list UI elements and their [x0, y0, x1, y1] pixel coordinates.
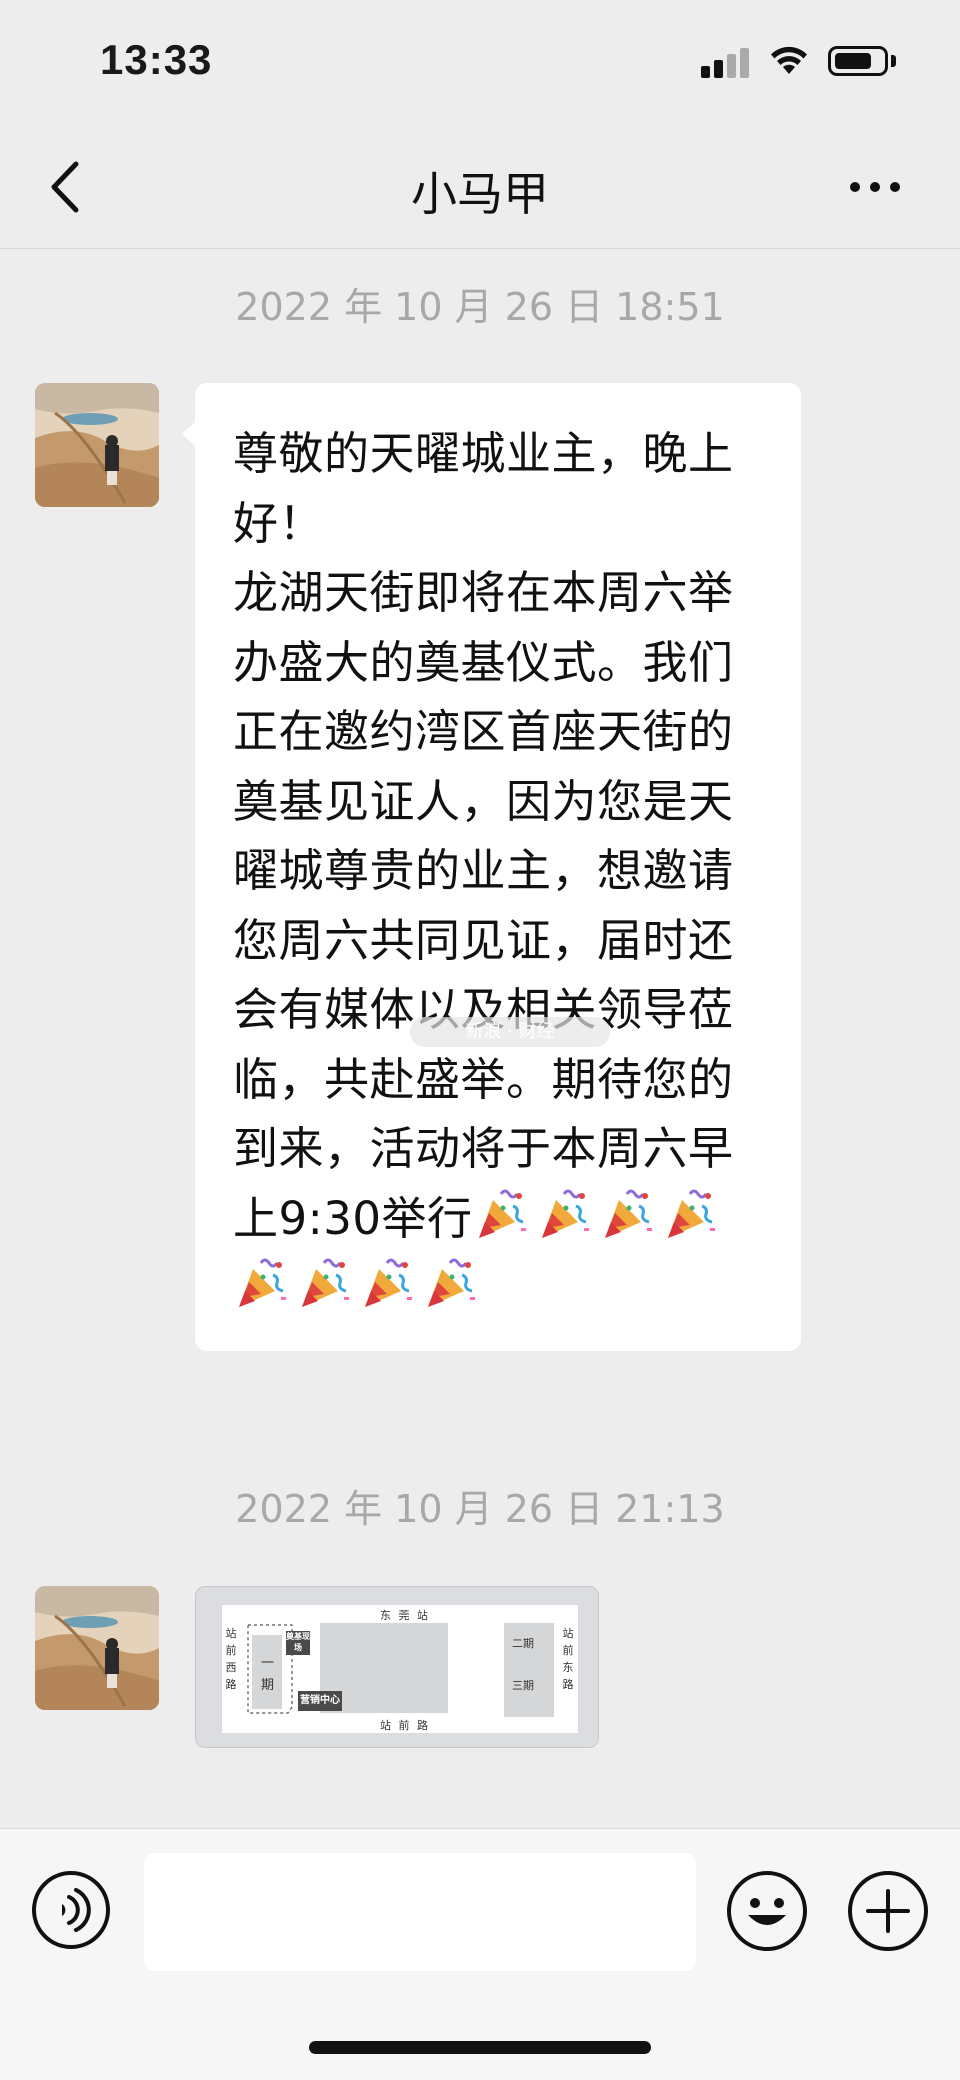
message-timestamp: 2022 年 10 月 26 日 18:51 — [235, 285, 725, 329]
site-map-image: 东 莞 站 站 前 路 站前西路 站前东路 一期 奠基现场 营销中心 二期 三期 — [222, 1605, 578, 1733]
input-bar — [0, 1828, 960, 2080]
map-label-left-road: 站前西路 — [225, 1627, 237, 1691]
battery-cap — [891, 55, 896, 67]
watermark: 新浪 · 财经 — [410, 1017, 610, 1047]
avatar-desert-photo — [35, 1586, 159, 1710]
chat-header: 小马甲 — [0, 130, 960, 249]
cellular-signal-icon — [701, 46, 749, 78]
text-message-bubble[interactable]: 尊敬的天曜城业主，晚上好！ 龙湖天街即将在本周六举办盛大的奠基仪式。我们正在邀约… — [182, 383, 801, 1351]
message-timestamp: 2022 年 10 月 26 日 21:13 — [235, 1487, 725, 1531]
party-popper-icon — [662, 1186, 718, 1244]
emoji-smile-icon[interactable] — [727, 1871, 807, 1951]
status-bar: 13:33 — [0, 0, 960, 130]
avatar[interactable] — [35, 1586, 159, 1710]
status-time: 13:33 — [100, 36, 213, 83]
party-popper-icon — [473, 1186, 529, 1244]
party-popper-icon — [599, 1186, 655, 1244]
party-popper-icon — [233, 1255, 289, 1313]
map-label-right-road: 站前东路 — [562, 1627, 574, 1691]
avatar[interactable] — [35, 383, 159, 507]
message-input[interactable] — [144, 1853, 696, 1971]
avatar-desert-photo — [35, 383, 159, 507]
voice-input-icon[interactable] — [32, 1871, 110, 1949]
party-popper-icon — [422, 1255, 478, 1313]
home-indicator — [309, 2041, 651, 2054]
map-label-bottom-road: 站 前 路 — [380, 1719, 430, 1732]
battery-icon — [828, 46, 888, 76]
wifi-icon — [771, 46, 807, 74]
party-popper-icon — [536, 1186, 592, 1244]
image-message[interactable]: 东 莞 站 站 前 路 站前西路 站前东路 一期 奠基现场 营销中心 二期 三期 — [195, 1586, 599, 1748]
more-dots-icon[interactable] — [840, 166, 910, 206]
chat-title[interactable]: 小马甲 — [0, 158, 960, 224]
plus-circle-icon[interactable] — [848, 1871, 928, 1951]
map-label-sales-center: 营销中心 — [298, 1691, 342, 1711]
map-label-phase-two: 二期 — [512, 1637, 534, 1650]
map-label-top-road: 东 莞 站 — [380, 1609, 430, 1622]
party-popper-icon — [359, 1255, 415, 1313]
party-popper-icon — [296, 1255, 352, 1313]
map-label-ceremony-site: 奠基现场 — [286, 1631, 310, 1655]
message-body: 尊敬的天曜城业主，晚上好！ 龙湖天街即将在本周六举办盛大的奠基仪式。我们正在邀约… — [233, 427, 734, 1245]
map-label-phase-three: 三期 — [512, 1679, 534, 1692]
message-text: 尊敬的天曜城业主，晚上好！ 龙湖天街即将在本周六举办盛大的奠基仪式。我们正在邀约… — [233, 419, 773, 1323]
